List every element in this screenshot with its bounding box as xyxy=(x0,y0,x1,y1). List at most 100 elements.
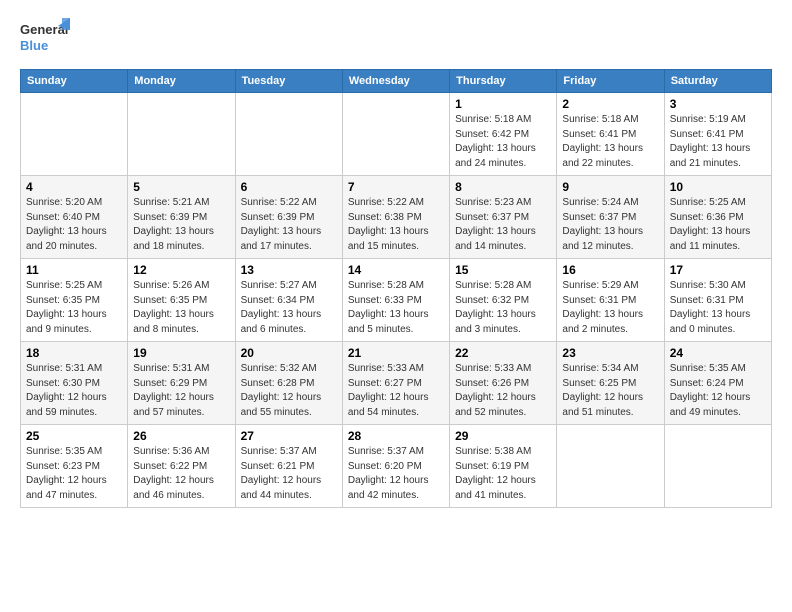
day-info: Sunrise: 5:22 AMSunset: 6:38 PMDaylight:… xyxy=(348,196,444,254)
calendar-table: SundayMondayTuesdayWednesdayThursdayFrid… xyxy=(20,69,772,508)
header-row: SundayMondayTuesdayWednesdayThursdayFrid… xyxy=(21,70,772,93)
svg-text:Blue: Blue xyxy=(20,38,48,53)
calendar-cell: 5 Sunrise: 5:21 AMSunset: 6:39 PMDaylight… xyxy=(128,176,235,259)
calendar-cell xyxy=(557,425,664,508)
day-number: 17 xyxy=(670,263,766,277)
week-row-2: 11 Sunrise: 5:25 AMSunset: 6:35 PMDayligh… xyxy=(21,259,772,342)
calendar-cell: 26 Sunrise: 5:36 AMSunset: 6:22 PMDayligh… xyxy=(128,425,235,508)
logo-svg: General Blue xyxy=(20,16,70,61)
header: General Blue xyxy=(20,16,772,61)
day-info: Sunrise: 5:18 AMSunset: 6:42 PMDaylight:… xyxy=(455,113,551,171)
day-info: Sunrise: 5:28 AMSunset: 6:32 PMDaylight:… xyxy=(455,279,551,337)
day-number: 11 xyxy=(26,263,122,277)
day-info: Sunrise: 5:37 AMSunset: 6:20 PMDaylight:… xyxy=(348,445,444,503)
calendar-cell: 1 Sunrise: 5:18 AMSunset: 6:42 PMDaylight… xyxy=(450,93,557,176)
calendar-cell: 20 Sunrise: 5:32 AMSunset: 6:28 PMDayligh… xyxy=(235,342,342,425)
calendar-cell: 9 Sunrise: 5:24 AMSunset: 6:37 PMDaylight… xyxy=(557,176,664,259)
col-header-thursday: Thursday xyxy=(450,70,557,93)
week-row-4: 25 Sunrise: 5:35 AMSunset: 6:23 PMDayligh… xyxy=(21,425,772,508)
day-info: Sunrise: 5:22 AMSunset: 6:39 PMDaylight:… xyxy=(241,196,337,254)
day-info: Sunrise: 5:18 AMSunset: 6:41 PMDaylight:… xyxy=(562,113,658,171)
day-number: 1 xyxy=(455,97,551,111)
week-row-0: 1 Sunrise: 5:18 AMSunset: 6:42 PMDaylight… xyxy=(21,93,772,176)
page: General Blue SundayMondayTuesdayWednesda… xyxy=(0,0,792,518)
calendar-cell xyxy=(235,93,342,176)
day-info: Sunrise: 5:25 AMSunset: 6:35 PMDaylight:… xyxy=(26,279,122,337)
day-number: 4 xyxy=(26,180,122,194)
day-info: Sunrise: 5:21 AMSunset: 6:39 PMDaylight:… xyxy=(133,196,229,254)
day-number: 25 xyxy=(26,429,122,443)
calendar-cell xyxy=(342,93,449,176)
calendar-cell: 23 Sunrise: 5:34 AMSunset: 6:25 PMDayligh… xyxy=(557,342,664,425)
day-number: 5 xyxy=(133,180,229,194)
col-header-sunday: Sunday xyxy=(21,70,128,93)
calendar-cell: 8 Sunrise: 5:23 AMSunset: 6:37 PMDaylight… xyxy=(450,176,557,259)
calendar-cell: 12 Sunrise: 5:26 AMSunset: 6:35 PMDayligh… xyxy=(128,259,235,342)
day-info: Sunrise: 5:28 AMSunset: 6:33 PMDaylight:… xyxy=(348,279,444,337)
day-number: 9 xyxy=(562,180,658,194)
day-number: 8 xyxy=(455,180,551,194)
day-number: 20 xyxy=(241,346,337,360)
calendar-cell: 29 Sunrise: 5:38 AMSunset: 6:19 PMDayligh… xyxy=(450,425,557,508)
logo: General Blue xyxy=(20,16,70,61)
day-number: 24 xyxy=(670,346,766,360)
calendar-cell xyxy=(21,93,128,176)
calendar-cell: 25 Sunrise: 5:35 AMSunset: 6:23 PMDayligh… xyxy=(21,425,128,508)
day-number: 3 xyxy=(670,97,766,111)
day-number: 13 xyxy=(241,263,337,277)
day-info: Sunrise: 5:30 AMSunset: 6:31 PMDaylight:… xyxy=(670,279,766,337)
day-info: Sunrise: 5:20 AMSunset: 6:40 PMDaylight:… xyxy=(26,196,122,254)
day-info: Sunrise: 5:25 AMSunset: 6:36 PMDaylight:… xyxy=(670,196,766,254)
day-number: 21 xyxy=(348,346,444,360)
day-info: Sunrise: 5:31 AMSunset: 6:30 PMDaylight:… xyxy=(26,362,122,420)
day-info: Sunrise: 5:33 AMSunset: 6:26 PMDaylight:… xyxy=(455,362,551,420)
day-info: Sunrise: 5:19 AMSunset: 6:41 PMDaylight:… xyxy=(670,113,766,171)
day-info: Sunrise: 5:23 AMSunset: 6:37 PMDaylight:… xyxy=(455,196,551,254)
day-number: 6 xyxy=(241,180,337,194)
day-info: Sunrise: 5:37 AMSunset: 6:21 PMDaylight:… xyxy=(241,445,337,503)
col-header-wednesday: Wednesday xyxy=(342,70,449,93)
calendar-cell: 3 Sunrise: 5:19 AMSunset: 6:41 PMDaylight… xyxy=(664,93,771,176)
day-number: 26 xyxy=(133,429,229,443)
day-number: 12 xyxy=(133,263,229,277)
calendar-cell: 15 Sunrise: 5:28 AMSunset: 6:32 PMDayligh… xyxy=(450,259,557,342)
col-header-saturday: Saturday xyxy=(664,70,771,93)
week-row-3: 18 Sunrise: 5:31 AMSunset: 6:30 PMDayligh… xyxy=(21,342,772,425)
day-number: 15 xyxy=(455,263,551,277)
day-number: 7 xyxy=(348,180,444,194)
calendar-cell: 6 Sunrise: 5:22 AMSunset: 6:39 PMDaylight… xyxy=(235,176,342,259)
day-number: 19 xyxy=(133,346,229,360)
calendar-cell xyxy=(664,425,771,508)
calendar-cell xyxy=(128,93,235,176)
day-info: Sunrise: 5:26 AMSunset: 6:35 PMDaylight:… xyxy=(133,279,229,337)
day-info: Sunrise: 5:34 AMSunset: 6:25 PMDaylight:… xyxy=(562,362,658,420)
day-info: Sunrise: 5:32 AMSunset: 6:28 PMDaylight:… xyxy=(241,362,337,420)
calendar-cell: 11 Sunrise: 5:25 AMSunset: 6:35 PMDayligh… xyxy=(21,259,128,342)
calendar-cell: 13 Sunrise: 5:27 AMSunset: 6:34 PMDayligh… xyxy=(235,259,342,342)
day-number: 23 xyxy=(562,346,658,360)
calendar-cell: 17 Sunrise: 5:30 AMSunset: 6:31 PMDayligh… xyxy=(664,259,771,342)
calendar-cell: 19Sunrise: 5:31 AMSunset: 6:29 PMDayligh… xyxy=(128,342,235,425)
calendar-cell: 27Sunrise: 5:37 AMSunset: 6:21 PMDayligh… xyxy=(235,425,342,508)
day-info: Sunrise: 5:27 AMSunset: 6:34 PMDaylight:… xyxy=(241,279,337,337)
day-number: 16 xyxy=(562,263,658,277)
day-info: Sunrise: 5:38 AMSunset: 6:19 PMDaylight:… xyxy=(455,445,551,503)
day-number: 2 xyxy=(562,97,658,111)
day-number: 10 xyxy=(670,180,766,194)
day-number: 14 xyxy=(348,263,444,277)
day-number: 28 xyxy=(348,429,444,443)
calendar-cell: 16Sunrise: 5:29 AMSunset: 6:31 PMDayligh… xyxy=(557,259,664,342)
day-info: Sunrise: 5:36 AMSunset: 6:22 PMDaylight:… xyxy=(133,445,229,503)
week-row-1: 4 Sunrise: 5:20 AMSunset: 6:40 PMDaylight… xyxy=(21,176,772,259)
col-header-monday: Monday xyxy=(128,70,235,93)
calendar-cell: 4 Sunrise: 5:20 AMSunset: 6:40 PMDaylight… xyxy=(21,176,128,259)
calendar-cell: 21Sunrise: 5:33 AMSunset: 6:27 PMDayligh… xyxy=(342,342,449,425)
day-info: Sunrise: 5:35 AMSunset: 6:23 PMDaylight:… xyxy=(26,445,122,503)
calendar-cell: 24 Sunrise: 5:35 AMSunset: 6:24 PMDayligh… xyxy=(664,342,771,425)
day-number: 18 xyxy=(26,346,122,360)
day-info: Sunrise: 5:35 AMSunset: 6:24 PMDaylight:… xyxy=(670,362,766,420)
day-number: 29 xyxy=(455,429,551,443)
day-info: Sunrise: 5:24 AMSunset: 6:37 PMDaylight:… xyxy=(562,196,658,254)
calendar-cell: 14 Sunrise: 5:28 AMSunset: 6:33 PMDayligh… xyxy=(342,259,449,342)
calendar-cell: 22Sunrise: 5:33 AMSunset: 6:26 PMDayligh… xyxy=(450,342,557,425)
